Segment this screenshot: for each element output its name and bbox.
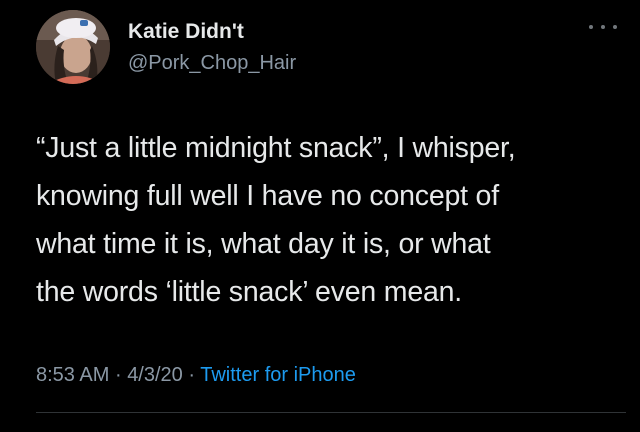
tweet: Katie Didn't @Pork_Chop_Hair “Just a lit… <box>0 0 640 432</box>
meta-separator: · <box>188 364 196 386</box>
dot <box>601 25 605 29</box>
tweet-text: “Just a little midnight snack”, I whispe… <box>36 124 626 316</box>
tweet-time[interactable]: 8:53 AM <box>36 364 109 386</box>
tweet-text-line: the words ‘little snack’ even mean. <box>36 276 462 308</box>
user-handle[interactable]: @Pork_Chop_Hair <box>128 52 296 75</box>
dot <box>613 25 617 29</box>
tweet-text-line: what time it is, what day it is, or what <box>36 228 491 260</box>
more-options-icon[interactable] <box>589 20 617 34</box>
profile-photo-icon <box>36 10 110 84</box>
meta-separator: · <box>114 364 122 386</box>
tweet-source-link[interactable]: Twitter for iPhone <box>200 364 356 386</box>
divider <box>36 412 626 413</box>
tweet-meta: 8:53 AM · 4/3/20 · Twitter for iPhone <box>36 364 356 387</box>
tweet-text-line: “Just a little midnight snack”, I whispe… <box>36 132 516 164</box>
display-name[interactable]: Katie Didn't <box>128 20 244 44</box>
dot <box>589 25 593 29</box>
avatar[interactable] <box>36 10 110 84</box>
tweet-text-line: knowing full well I have no concept of <box>36 180 499 212</box>
tweet-date[interactable]: 4/3/20 <box>127 364 183 386</box>
